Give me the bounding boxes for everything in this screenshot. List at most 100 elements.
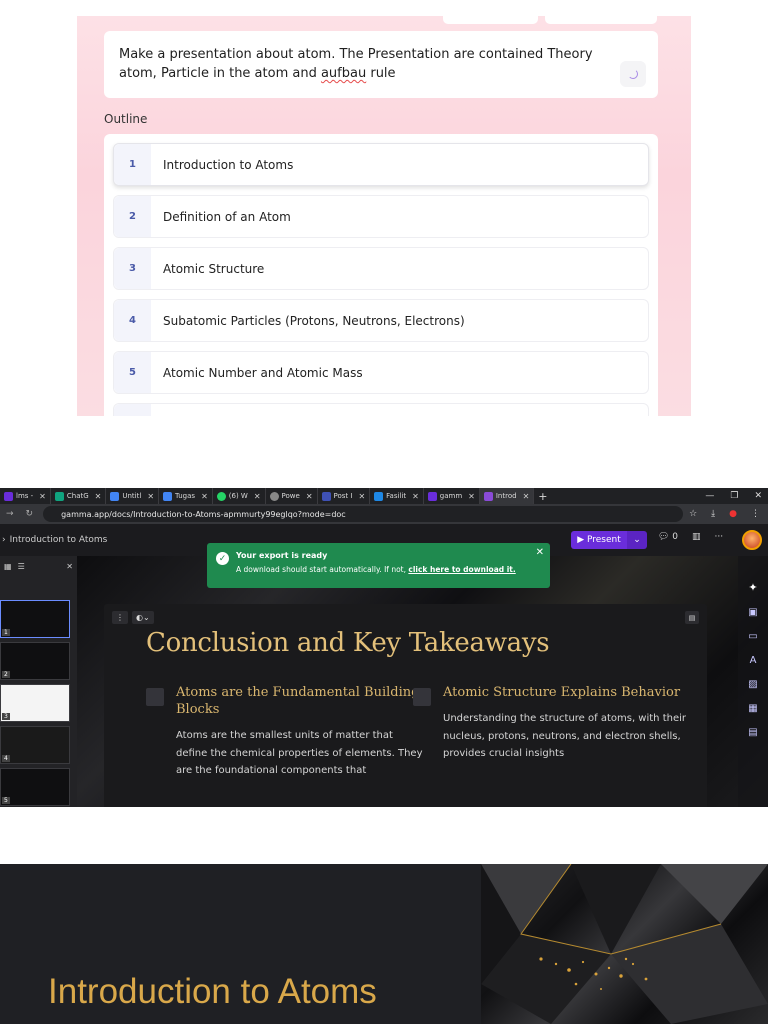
outline-item-number: 1 [114, 144, 151, 185]
browser-tab[interactable]: Tugas ✕ [159, 488, 213, 504]
takeaway-text: Atoms are the smallest units of matter t… [176, 730, 423, 776]
close-icon[interactable]: ✕ [306, 492, 313, 501]
loading-spinner-icon [620, 61, 646, 87]
forward-icon[interactable]: → [0, 509, 20, 519]
bookmark-star-icon[interactable]: ☆ [689, 509, 697, 519]
close-icon[interactable]: ✕ [201, 492, 208, 501]
present-dropdown-chevron-icon[interactable]: ⌄ [627, 531, 647, 549]
browser-tab[interactable]: gamm ✕ [424, 488, 480, 504]
prompt-line-1: Make a presentation about atom. The Pres… [119, 47, 593, 62]
menu-kebab-icon[interactable]: ⋮ [751, 509, 760, 519]
grid-view-icon[interactable]: ▦ [4, 562, 12, 571]
browser-tab-active[interactable]: Introd ✕ [479, 488, 535, 504]
slide-thumbnail-panel: ▦ ☰ ✕ 1 2 3 4 5 [0, 556, 77, 807]
outline-label: Outline [104, 112, 148, 126]
grid-icon[interactable]: ▦ [748, 703, 757, 714]
ai-sparkle-icon[interactable]: ✦ [748, 581, 757, 594]
tab-favicon-icon [374, 491, 384, 501]
list-view-icon[interactable]: ☰ [18, 562, 25, 571]
takeaway-column: Atoms are the Fundamental Building Block… [146, 684, 426, 780]
tab-favicon-icon [4, 491, 13, 501]
close-icon[interactable]: ✕ [39, 492, 46, 501]
outline-item[interactable]: 4 Subatomic Particles (Protons, Neutrons… [113, 299, 649, 342]
browser-tab[interactable]: (6) W ✕ [213, 488, 266, 504]
tab-favicon-icon [110, 491, 120, 501]
restore-icon[interactable]: ❐ [730, 491, 738, 501]
tab-favicon-icon [269, 491, 279, 501]
outline-item-label: Atomic Structure [163, 261, 265, 276]
outline-item[interactable]: 5 Atomic Number and Atomic Mass [113, 351, 649, 394]
browser-tab[interactable]: lms - ✕ [0, 488, 51, 504]
url-field[interactable]: gamma.app/docs/Introduction-to-Atoms-apm… [43, 506, 684, 522]
card-layout-icon[interactable]: ▣ [748, 607, 757, 618]
slide-title: Introduction to Atoms [48, 972, 377, 1011]
close-icon[interactable]: ✕ [523, 492, 530, 501]
browser-actions: ☆ ⤓ ● ⋮ [689, 509, 768, 519]
close-icon[interactable]: ✕ [536, 547, 544, 558]
browser-tab[interactable]: Post I ✕ [318, 488, 371, 504]
browser-tab[interactable]: Fasilit ✕ [370, 488, 424, 504]
prompt-input[interactable]: Make a presentation about atom. The Pres… [104, 31, 658, 98]
outline-item[interactable]: 1 Introduction to Atoms [113, 143, 649, 186]
breadcrumb[interactable]: Introduction to Atoms [6, 535, 108, 545]
toolbar-pill[interactable] [545, 16, 657, 24]
outline-item-label: Subatomic Particles (Protons, Neutrons, … [163, 313, 465, 328]
toast-title: Your export is ready [236, 551, 328, 560]
reload-icon[interactable]: ↻ [20, 509, 40, 519]
block-icon[interactable]: ▤ [748, 727, 757, 738]
slide-thumbnail[interactable]: 5 [0, 768, 70, 806]
bullet-box-icon [146, 688, 164, 706]
right-toolbar: ✦ ▣ ▭ A ▨ ▦ ▤ [738, 556, 768, 807]
close-icon[interactable]: ✕ [412, 492, 419, 501]
toolbar-pill[interactable] [443, 16, 538, 24]
close-icon[interactable]: ✕ [358, 492, 365, 501]
browser-tab[interactable]: Untitl ✕ [106, 488, 160, 504]
takeaway-text: Understanding the structure of atoms, wi… [443, 713, 686, 759]
download-link[interactable]: click here to download it. [408, 565, 515, 574]
browser-tab[interactable]: ChatG ✕ [51, 488, 107, 504]
more-icon[interactable]: ··· [715, 532, 724, 542]
spellcheck-word: aufbau [320, 66, 367, 81]
download-icon[interactable]: ⤓ [711, 509, 715, 519]
browser-tab[interactable]: Powe ✕ [266, 488, 318, 504]
card-options-icon[interactable]: ▤ [685, 611, 699, 624]
takeaway-heading: Atomic Structure Explains Behavior [443, 685, 681, 700]
analytics-icon[interactable]: ▥ [692, 532, 701, 542]
palette-icon[interactable]: ◐⌄ [132, 611, 154, 624]
slide-preview: Introduction to Atoms [0, 864, 768, 1024]
text-style-icon[interactable]: A [750, 655, 757, 666]
close-icon[interactable]: ✕ [95, 492, 102, 501]
slide-card[interactable]: ⋮ ◐⌄ ▤ Conclusion and Key Takeaways Atom… [104, 604, 707, 807]
outline-item[interactable] [113, 403, 649, 416]
outline-item[interactable]: 2 Definition of an Atom [113, 195, 649, 238]
close-window-icon[interactable]: ✕ [754, 491, 762, 501]
outline-item-number [114, 404, 151, 416]
tab-favicon-icon [427, 491, 437, 501]
slide-canvas: ⋮ ◐⌄ ▤ Conclusion and Key Takeaways Atom… [77, 556, 768, 807]
close-icon[interactable]: ✕ [254, 492, 261, 501]
close-icon[interactable]: ✕ [147, 492, 154, 501]
window-controls: — ❐ ✕ [705, 491, 768, 501]
close-icon[interactable]: ✕ [468, 492, 475, 501]
outline-item-number: 3 [114, 248, 151, 289]
tab-favicon-icon [321, 491, 331, 501]
outline-list: 1 Introduction to Atoms 2 Definition of … [104, 134, 658, 416]
avatar[interactable] [742, 530, 762, 550]
frame-icon[interactable]: ▭ [748, 631, 757, 642]
new-tab-button[interactable]: + [534, 488, 551, 504]
minimize-icon[interactable]: — [705, 491, 714, 501]
slide-thumbnail[interactable]: 4 [0, 726, 70, 764]
close-icon[interactable]: ✕ [66, 562, 73, 571]
present-button[interactable]: ▶ Present [571, 531, 627, 549]
crystal-pattern-icon [481, 864, 768, 1024]
slide-thumbnail[interactable]: 3 [0, 684, 70, 722]
drag-handle-icon[interactable]: ⋮ [112, 611, 128, 624]
slide-thumbnail[interactable]: 1 [0, 600, 70, 638]
whatsapp-icon [216, 491, 226, 501]
outline-item[interactable]: 3 Atomic Structure [113, 247, 649, 290]
extension-icon[interactable]: ● [729, 509, 737, 519]
slide-thumbnail[interactable]: 2 [0, 642, 70, 680]
comment-icon[interactable]: 💬︎ 0 [658, 532, 678, 542]
outline-item-number: 4 [114, 300, 151, 341]
image-icon[interactable]: ▨ [748, 679, 757, 690]
